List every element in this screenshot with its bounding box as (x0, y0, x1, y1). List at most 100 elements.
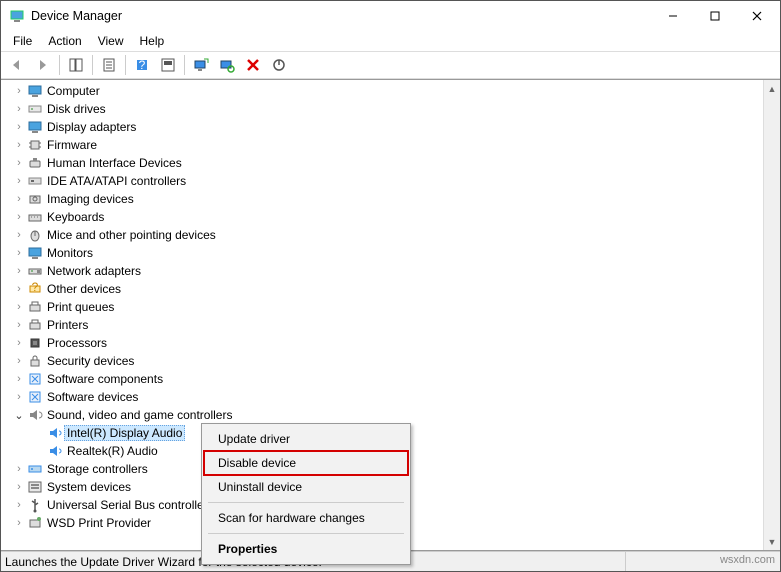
expand-icon[interactable]: › (13, 481, 25, 493)
expand-icon[interactable]: › (13, 139, 25, 151)
tree-node[interactable]: ›Human Interface Devices (5, 154, 763, 172)
tree-node-label: Display adapters (47, 120, 136, 134)
menubar: File Action View Help (1, 31, 780, 51)
expand-icon[interactable]: › (13, 499, 25, 511)
uninstall-button[interactable] (241, 53, 265, 77)
network-icon (27, 263, 43, 279)
ctx-update-driver[interactable]: Update driver (204, 427, 408, 451)
toolbar-separator (59, 55, 60, 75)
scan-hardware-button[interactable] (215, 53, 239, 77)
expand-icon[interactable]: › (13, 103, 25, 115)
tree-node[interactable]: › Keyboards (5, 208, 763, 226)
tree-node[interactable]: ›Processors (5, 334, 763, 352)
update-driver-button[interactable] (189, 53, 213, 77)
context-menu-separator (208, 533, 404, 534)
expand-icon[interactable]: › (13, 319, 25, 331)
expand-icon[interactable]: › (13, 193, 25, 205)
cpu-icon (27, 335, 43, 351)
keyboard-icon (27, 209, 43, 225)
tree-node-label: Printers (47, 318, 88, 332)
action-button[interactable] (156, 53, 180, 77)
expand-icon[interactable]: › (13, 301, 25, 313)
tree-node-label: Keyboards (47, 210, 104, 224)
printer-icon (27, 317, 43, 333)
ctx-properties[interactable]: Properties (204, 537, 408, 561)
tree-node[interactable]: › IDE ATA/ATAPI controllers (5, 172, 763, 190)
expand-icon[interactable]: › (13, 157, 25, 169)
monitor-icon (27, 119, 43, 135)
tree-node[interactable]: ›Disk drives (5, 100, 763, 118)
tree-node[interactable]: › Imaging devices (5, 190, 763, 208)
tree-node-label: Security devices (47, 354, 134, 368)
scroll-track[interactable] (764, 97, 780, 533)
toolbar: ? (1, 51, 780, 79)
expand-icon[interactable]: › (13, 85, 25, 97)
system-icon (27, 479, 43, 495)
tree-node[interactable]: › Monitors (5, 244, 763, 262)
expand-icon[interactable]: › (13, 283, 25, 295)
tree-node[interactable]: ›Mice and other pointing devices (5, 226, 763, 244)
tree-node[interactable]: ⌄ Sound, video and game controllers (5, 406, 763, 424)
expand-icon[interactable]: › (13, 517, 25, 529)
app-icon (9, 8, 25, 24)
menu-view[interactable]: View (92, 32, 130, 50)
ide-icon (27, 173, 43, 189)
menu-help[interactable]: Help (134, 32, 171, 50)
tree-node[interactable]: ›Software devices (5, 388, 763, 406)
ctx-disable-device[interactable]: Disable device (204, 451, 408, 475)
mouse-icon (27, 227, 43, 243)
tree-node[interactable]: › Network adapters (5, 262, 763, 280)
minimize-button[interactable] (652, 2, 694, 30)
tree-node[interactable]: ›Print queues (5, 298, 763, 316)
camera-icon (27, 191, 43, 207)
collapse-icon[interactable]: ⌄ (13, 409, 25, 421)
tree-node-label: IDE ATA/ATAPI controllers (47, 174, 186, 188)
expand-icon[interactable]: › (13, 265, 25, 277)
show-hide-tree-button[interactable] (64, 53, 88, 77)
security-icon (27, 353, 43, 369)
ctx-uninstall-device[interactable]: Uninstall device (204, 475, 408, 499)
maximize-button[interactable] (694, 2, 736, 30)
tree-node-label: Monitors (47, 246, 93, 260)
tree-node-label: Imaging devices (47, 192, 134, 206)
tree-node[interactable]: › Security devices (5, 352, 763, 370)
vertical-scrollbar[interactable]: ▲ ▼ (763, 80, 780, 550)
properties-button[interactable] (97, 53, 121, 77)
forward-button[interactable] (31, 53, 55, 77)
context-menu: Update driver Disable device Uninstall d… (201, 423, 411, 565)
tree-node[interactable]: ›? Other devices (5, 280, 763, 298)
ctx-scan-hardware[interactable]: Scan for hardware changes (204, 506, 408, 530)
tree-node[interactable]: › Display adapters (5, 118, 763, 136)
toolbar-separator (92, 55, 93, 75)
titlebar: Device Manager (1, 1, 780, 31)
scroll-down-button[interactable]: ▼ (764, 533, 780, 550)
expand-icon[interactable]: › (13, 247, 25, 259)
tree-node[interactable]: ›Firmware (5, 136, 763, 154)
expand-icon[interactable]: › (13, 229, 25, 241)
expand-icon[interactable]: › (13, 391, 25, 403)
tree-node-label: Other devices (47, 282, 121, 296)
expand-icon[interactable]: › (13, 175, 25, 187)
scroll-up-button[interactable]: ▲ (764, 80, 780, 97)
tree-node-label: Intel(R) Display Audio (64, 425, 185, 441)
help-button[interactable]: ? (130, 53, 154, 77)
back-button[interactable] (5, 53, 29, 77)
tree-node[interactable]: › Software components (5, 370, 763, 388)
close-button[interactable] (736, 2, 778, 30)
other-icon: ? (27, 281, 43, 297)
expand-icon[interactable]: › (13, 373, 25, 385)
expand-icon[interactable]: › (13, 121, 25, 133)
menu-file[interactable]: File (7, 32, 38, 50)
menu-action[interactable]: Action (42, 32, 87, 50)
tree-node[interactable]: ›Computer (5, 82, 763, 100)
expand-icon[interactable]: › (13, 211, 25, 223)
expand-icon[interactable]: › (13, 463, 25, 475)
context-menu-separator (208, 502, 404, 503)
expand-icon[interactable]: › (13, 355, 25, 367)
tree-node[interactable]: › Printers (5, 316, 763, 334)
tree-node-label: Network adapters (47, 264, 141, 278)
tree-node-label: Software components (47, 372, 163, 386)
disable-button[interactable] (267, 53, 291, 77)
expand-icon[interactable]: › (13, 337, 25, 349)
tree-node-label: Sound, video and game controllers (47, 408, 232, 422)
